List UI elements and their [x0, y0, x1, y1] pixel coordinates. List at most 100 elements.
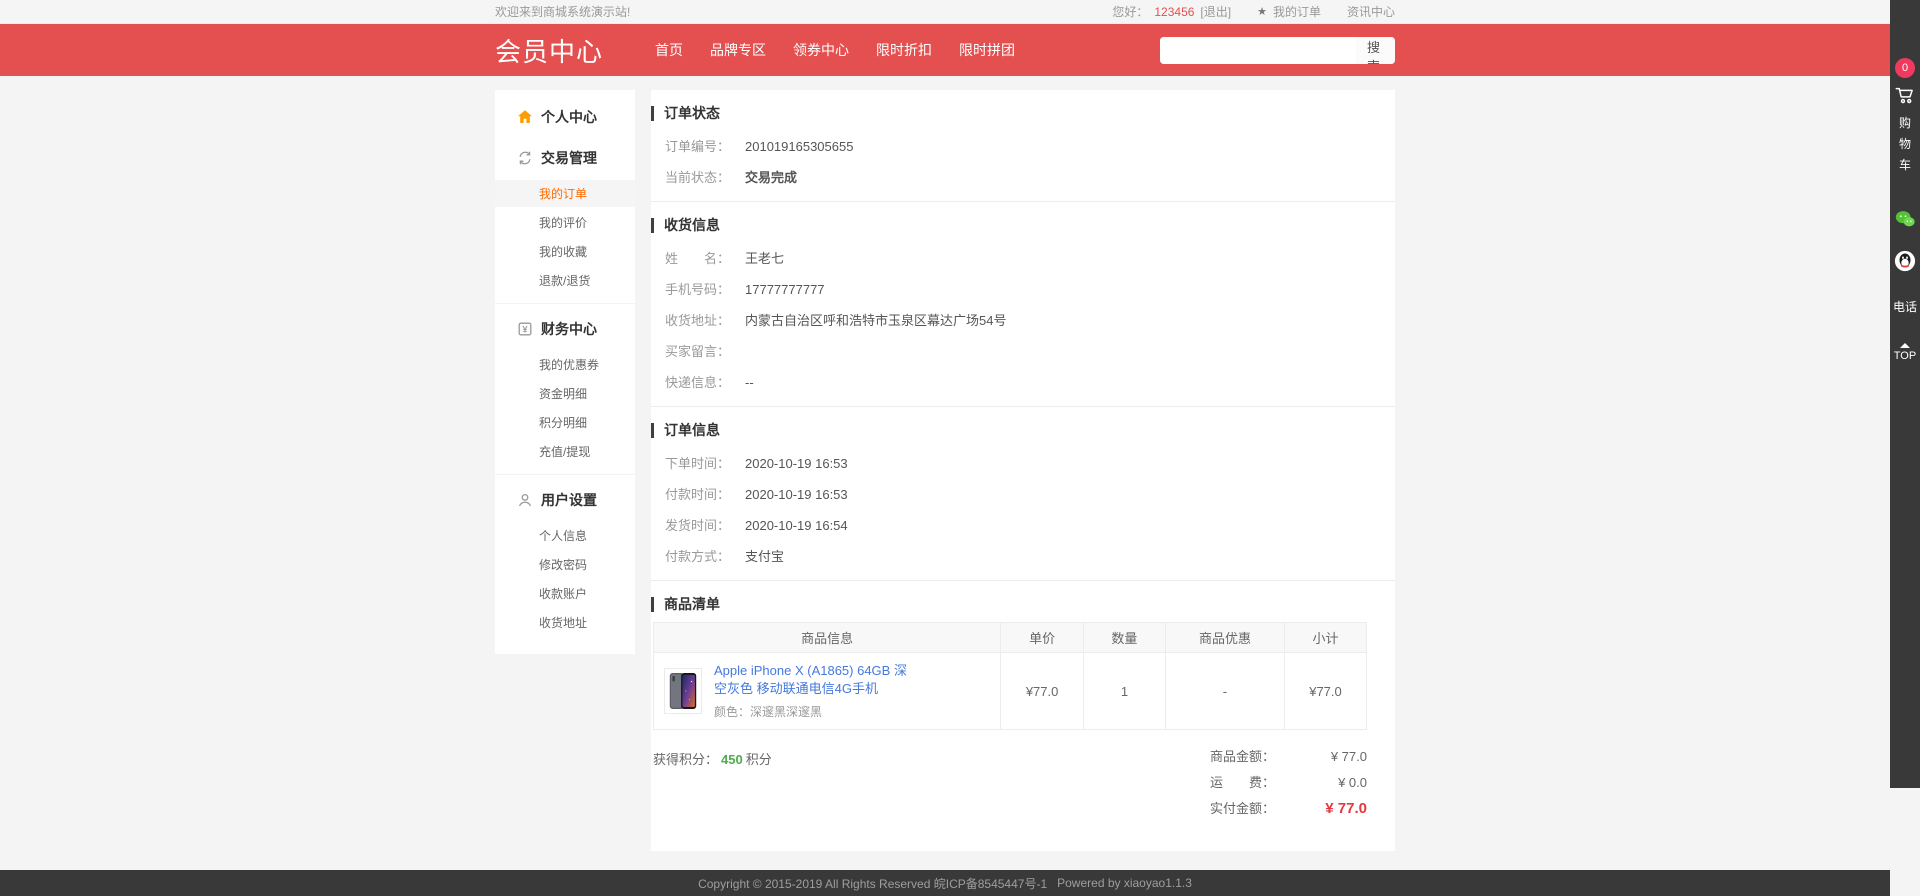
cell-subtotal: ¥77.0	[1284, 653, 1366, 730]
receiver-address-row: 收货地址： 内蒙古自治区呼和浩特市玉泉区幕达广场54号	[651, 305, 1381, 336]
copyright-text: Copyright © 2015-2019 All Rights Reserve…	[698, 875, 1047, 892]
sidebar-item-my-reviews[interactable]: 我的评价	[495, 209, 635, 236]
sidebar-item-my-favorites[interactable]: 我的收藏	[495, 238, 635, 265]
site-logo[interactable]: 会员中心	[495, 32, 603, 69]
earned-points: 获得积分：450积分	[653, 746, 772, 819]
back-to-top-button[interactable]: TOP	[1894, 343, 1916, 362]
sidebar-group-user-settings[interactable]: 用户设置	[495, 479, 635, 520]
pay-method-row: 付款方式： 支付宝	[651, 541, 1381, 572]
finance-icon: ¥	[517, 321, 533, 337]
user-icon	[517, 492, 533, 508]
nav-item-discount[interactable]: 限时折扣	[876, 40, 932, 60]
shipping-fee-row: 运 费： ¥ 0.0	[1210, 772, 1367, 793]
sidebar-group-label: 财务中心	[541, 319, 597, 339]
order-detail-panel: 订单状态 订单编号： 201019165305655 当前状态： 交易完成 收货…	[651, 90, 1395, 851]
home-icon	[517, 109, 533, 125]
column-header-product: 商品信息	[654, 623, 1001, 653]
order-status-section: 订单状态 订单编号： 201019165305655 当前状态： 交易完成	[651, 90, 1395, 202]
nav-item-groupbuy[interactable]: 限时拼团	[959, 40, 1015, 60]
up-arrow-icon	[1900, 343, 1910, 348]
product-spec: 颜色：深邃黑深邃黑	[714, 703, 919, 720]
search-button[interactable]: 搜 索	[1356, 37, 1395, 64]
express-info-row: 快递信息： --	[651, 367, 1381, 398]
sidebar-item-payment-account[interactable]: 收款账户	[495, 580, 635, 607]
product-name-link[interactable]: Apple iPhone X (A1865) 64GB 深空灰色 移动联通电信4…	[714, 662, 919, 698]
order-number-row: 订单编号： 201019165305655	[651, 131, 1381, 162]
sidebar-item-shipping-address[interactable]: 收货地址	[495, 609, 635, 636]
buyer-message-row: 买家留言：	[651, 336, 1381, 367]
order-state-value: 交易完成	[745, 169, 797, 186]
receiver-name-row: 姓 名： 王老七	[651, 243, 1381, 274]
sidebar-item-points-details[interactable]: 积分明细	[495, 409, 635, 436]
goods-amount-row: 商品金额： ¥ 77.0	[1210, 746, 1367, 767]
points-value: 450	[721, 752, 743, 767]
star-icon: ★	[1257, 5, 1267, 18]
nav-item-coupons[interactable]: 领券中心	[793, 40, 849, 60]
sidebar-group-trade[interactable]: 交易管理	[495, 137, 635, 178]
sidebar: 个人中心 交易管理 我的订单 我的评价 我的收藏 退款/退货 ¥	[495, 90, 635, 654]
cart-count-badge[interactable]: 0	[1895, 58, 1915, 78]
cell-quantity: 1	[1083, 653, 1165, 730]
items-section: 商品清单 商品信息 单价 数量 商品优惠 小计	[651, 581, 1395, 827]
section-title-shipping: 收货信息	[651, 218, 1381, 233]
order-number-value: 201019165305655	[745, 138, 853, 155]
search-bar: 搜 索	[1160, 37, 1395, 64]
username-link[interactable]: 123456	[1154, 5, 1194, 19]
sidebar-group-finance[interactable]: ¥ 财务中心	[495, 308, 635, 349]
top-utility-bar: 欢迎来到商城系统演示站! 您好： 123456 [退出] ★ 我的订单 资讯中心	[0, 0, 1890, 24]
main-nav: 首页 品牌专区 领券中心 限时折扣 限时拼团	[655, 40, 1015, 60]
nav-item-home[interactable]: 首页	[655, 40, 683, 60]
sidebar-item-recharge-withdraw[interactable]: 充值/提现	[495, 438, 635, 465]
section-title-order-info: 订单信息	[651, 423, 1381, 438]
column-header-qty: 数量	[1083, 623, 1165, 653]
paid-amount-row: 实付金额： ¥ 77.0	[1210, 798, 1367, 819]
cell-discount: -	[1165, 653, 1284, 730]
logout-link[interactable]: [退出]	[1200, 3, 1231, 20]
column-header-price: 单价	[1001, 623, 1084, 653]
svg-text:¥: ¥	[522, 324, 527, 334]
trade-icon	[517, 150, 533, 166]
order-state-row: 当前状态： 交易完成	[651, 162, 1381, 193]
items-table: 商品信息 单价 数量 商品优惠 小计	[653, 622, 1367, 730]
my-orders-link[interactable]: 我的订单	[1273, 3, 1321, 20]
totals-block: 商品金额： ¥ 77.0 运 费： ¥ 0.0 实付金额： ¥ 77.0	[1210, 746, 1367, 819]
order-summary: 获得积分：450积分 商品金额： ¥ 77.0 运 费： ¥ 0.0 实付金额：	[651, 730, 1381, 819]
sidebar-group-label: 用户设置	[541, 490, 597, 510]
wechat-icon[interactable]	[1894, 208, 1916, 230]
cart-label[interactable]: 购物车	[1898, 113, 1912, 176]
search-input[interactable]	[1160, 37, 1356, 64]
site-header: 会员中心 首页 品牌专区 领券中心 限时折扣 限时拼团 搜 索	[0, 24, 1890, 76]
table-row: Apple iPhone X (A1865) 64GB 深空灰色 移动联通电信4…	[654, 653, 1367, 730]
sidebar-item-fund-details[interactable]: 资金明细	[495, 380, 635, 407]
column-header-subtotal: 小计	[1284, 623, 1366, 653]
greeting-text: 您好：	[1112, 3, 1148, 20]
phone-label[interactable]: 电话	[1893, 298, 1917, 315]
pay-time-row: 付款时间： 2020-10-19 16:53	[651, 479, 1381, 510]
paid-amount-value: ¥ 77.0	[1275, 798, 1367, 819]
sidebar-group-label: 交易管理	[541, 148, 597, 168]
order-info-section: 订单信息 下单时间： 2020-10-19 16:53 付款时间： 2020-1…	[651, 407, 1395, 581]
sidebar-item-my-orders[interactable]: 我的订单	[495, 180, 635, 207]
ship-time-row: 发货时间： 2020-10-19 16:54	[651, 510, 1381, 541]
footer: Copyright © 2015-2019 All Rights Reserve…	[0, 870, 1890, 896]
product-image[interactable]	[664, 668, 702, 714]
sidebar-item-personal-info[interactable]: 个人信息	[495, 522, 635, 549]
sidebar-item-refunds[interactable]: 退款/退货	[495, 267, 635, 294]
section-title-items: 商品清单	[651, 597, 1381, 612]
sidebar-group-personal-center[interactable]: 个人中心	[495, 96, 635, 137]
nav-item-brands[interactable]: 品牌专区	[710, 40, 766, 60]
sidebar-item-my-coupons[interactable]: 我的优惠券	[495, 351, 635, 378]
welcome-text: 欢迎来到商城系统演示站!	[495, 3, 630, 20]
receiver-phone-row: 手机号码： 17777777777	[651, 274, 1381, 305]
cart-icon[interactable]	[1894, 84, 1916, 106]
page: 欢迎来到商城系统演示站! 您好： 123456 [退出] ★ 我的订单 资讯中心…	[0, 0, 1890, 896]
news-center-link[interactable]: 资讯中心	[1347, 3, 1395, 20]
order-time-row: 下单时间： 2020-10-19 16:53	[651, 448, 1381, 479]
cell-unit-price: ¥77.0	[1001, 653, 1084, 730]
powered-by-text: Powered by xiaoyao1.1.3	[1057, 876, 1192, 890]
shipping-info-section: 收货信息 姓 名： 王老七 手机号码： 17777777777 收货地址： 内蒙…	[651, 202, 1395, 407]
qq-icon[interactable]	[1894, 250, 1916, 272]
sidebar-item-change-password[interactable]: 修改密码	[495, 551, 635, 578]
sidebar-group-label: 个人中心	[541, 107, 597, 127]
column-header-discount: 商品优惠	[1165, 623, 1284, 653]
